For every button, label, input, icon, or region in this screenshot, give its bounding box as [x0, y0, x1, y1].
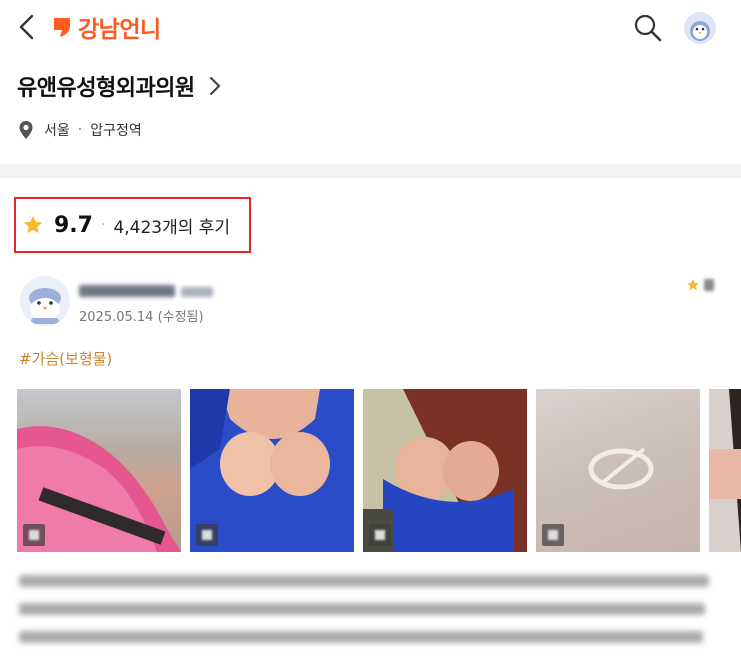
penguin-avatar-icon [684, 12, 716, 44]
star-icon [23, 215, 43, 234]
reviewer-level-blur [181, 287, 213, 297]
photo-badge [369, 524, 391, 546]
review-text-line-blur [19, 631, 703, 643]
rating-summary[interactable]: 9.7 · 4,423개의 후기 [14, 197, 251, 253]
clinic-location: 서울 · 압구정역 [18, 120, 142, 140]
reviewer-avatar[interactable] [20, 276, 70, 326]
review-rating [686, 278, 714, 292]
treatment-tag[interactable]: #가슴(보형물) [19, 348, 112, 369]
back-chevron-icon[interactable] [14, 12, 40, 42]
penguin-avatar-icon [20, 276, 70, 326]
logo-text: 강남언니 [78, 17, 161, 43]
gangnam-unni-logo[interactable]: 강남언니 [52, 12, 161, 43]
location-separator: · [77, 122, 83, 138]
review-text-line-blur [19, 575, 709, 587]
review-score-blur [704, 279, 714, 291]
review-date: 2025.05.14 (수정됨) [79, 310, 204, 325]
top-app-bar: 강남언니 [0, 0, 741, 56]
profile-avatar[interactable] [684, 12, 716, 44]
clinic-name: 유앤유성형외과의원 [17, 76, 195, 101]
section-divider [0, 164, 741, 178]
rating-score: 9.7 [54, 212, 93, 238]
star-icon [687, 279, 699, 291]
location-city: 서울 [44, 123, 70, 139]
photo-badge [542, 524, 564, 546]
reviewer-nickname-blur [79, 285, 175, 297]
logo-mark-icon [54, 18, 70, 37]
review-photo[interactable] [190, 389, 354, 552]
chevron-right-icon [209, 76, 220, 96]
rating-separator: · [100, 217, 106, 233]
clinic-title-link[interactable]: 유앤유성형외과의원 [17, 70, 225, 102]
review-photo[interactable] [536, 389, 700, 552]
photo-blurred-content [709, 389, 741, 552]
search-icon[interactable] [633, 13, 663, 43]
review-body-blurred[interactable] [19, 575, 719, 659]
review-count: 4,423개의 후기 [113, 217, 231, 238]
review-photo[interactable] [363, 389, 527, 552]
review-text-line-blur [19, 603, 705, 615]
photo-badge [196, 524, 218, 546]
reviewer-name-blurred[interactable] [79, 282, 219, 298]
photo-badge [23, 524, 45, 546]
review-photo-strip[interactable] [17, 389, 741, 552]
map-pin-icon [19, 121, 33, 139]
location-area: 압구정역 [90, 123, 142, 139]
review-photo[interactable] [17, 389, 181, 552]
review-photo[interactable] [709, 389, 741, 552]
